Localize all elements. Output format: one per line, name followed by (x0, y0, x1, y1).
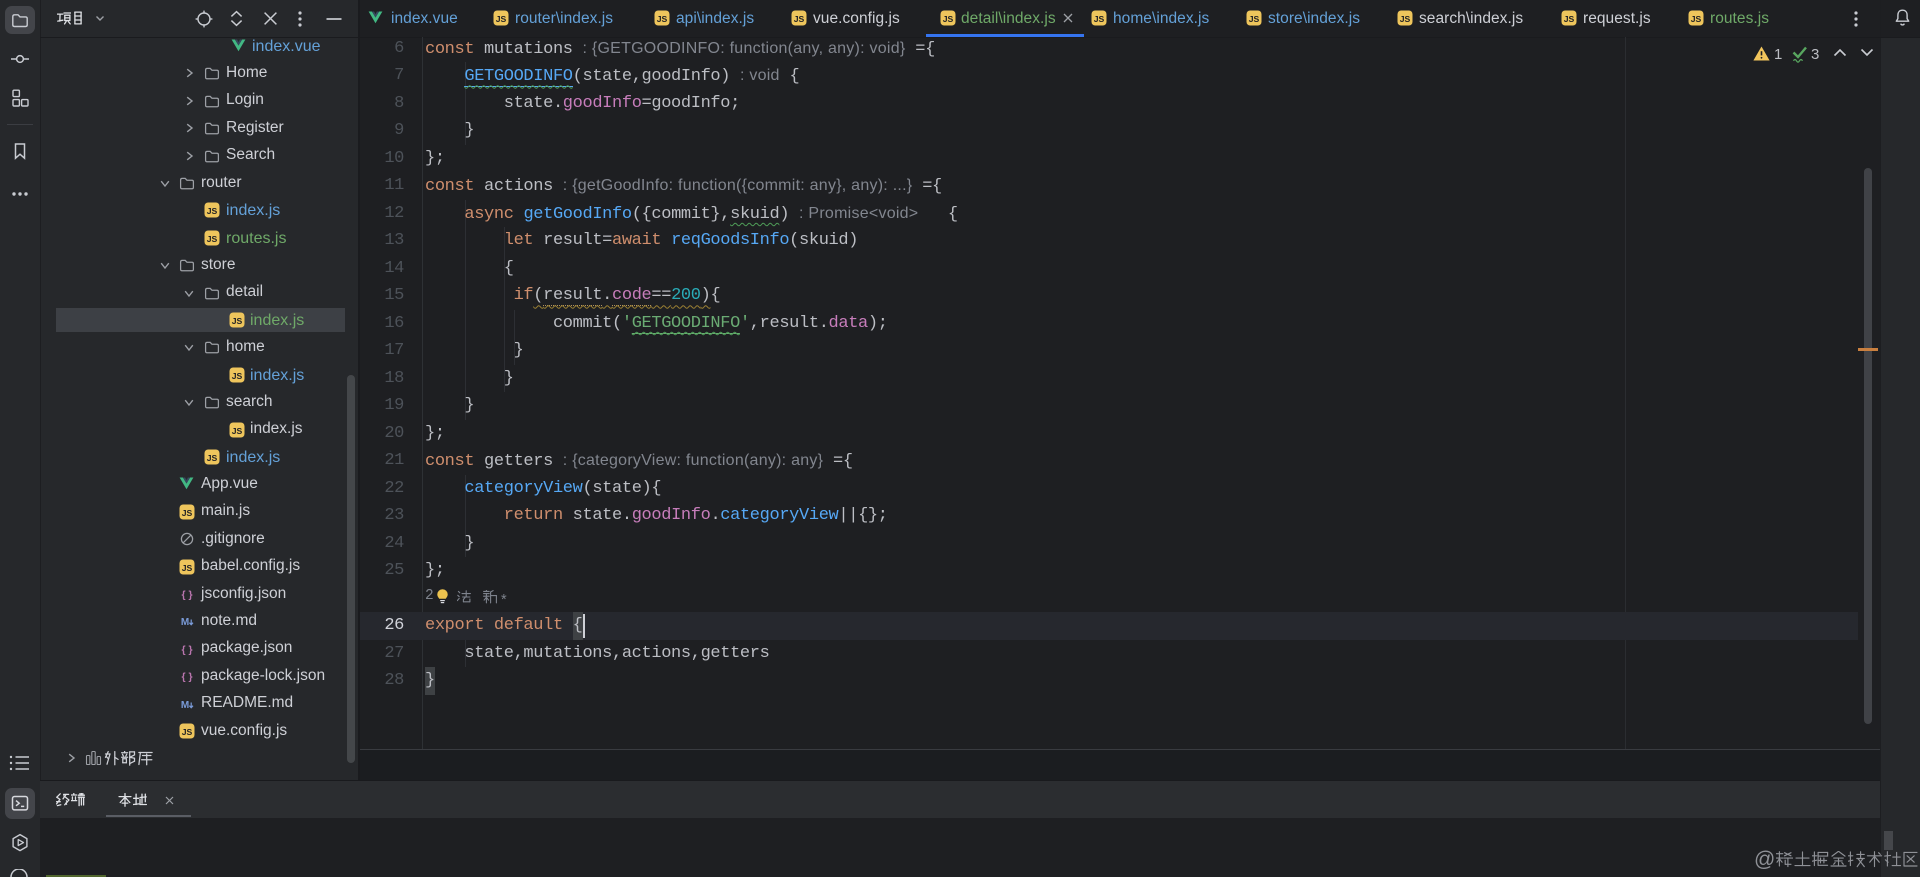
svg-text:JS: JS (182, 508, 193, 518)
svg-text:M: M (181, 700, 189, 711)
svg-text:JS: JS (794, 14, 805, 24)
svg-text:JS: JS (232, 425, 243, 435)
svg-text:JS: JS (1400, 14, 1411, 24)
svg-text:JS: JS (1094, 14, 1105, 24)
svg-text:JS: JS (232, 316, 243, 326)
svg-text:JS: JS (207, 453, 218, 463)
svg-text:JS: JS (496, 14, 507, 24)
svg-text:JS: JS (207, 234, 218, 244)
svg-text:JS: JS (1691, 14, 1702, 24)
svg-text:JS: JS (1249, 14, 1260, 24)
svg-text:JS: JS (232, 371, 243, 381)
svg-text:JS: JS (1564, 14, 1575, 24)
svg-text:{ }: { } (181, 671, 192, 683)
svg-text:{ }: { } (181, 589, 192, 601)
svg-text:{ }: { } (181, 644, 192, 656)
svg-text:JS: JS (182, 562, 193, 572)
svg-text:JS: JS (943, 14, 954, 24)
svg-text:M: M (181, 617, 189, 628)
svg-text:JS: JS (657, 14, 668, 24)
svg-text:JS: JS (207, 206, 218, 216)
svg-text:JS: JS (182, 727, 193, 737)
